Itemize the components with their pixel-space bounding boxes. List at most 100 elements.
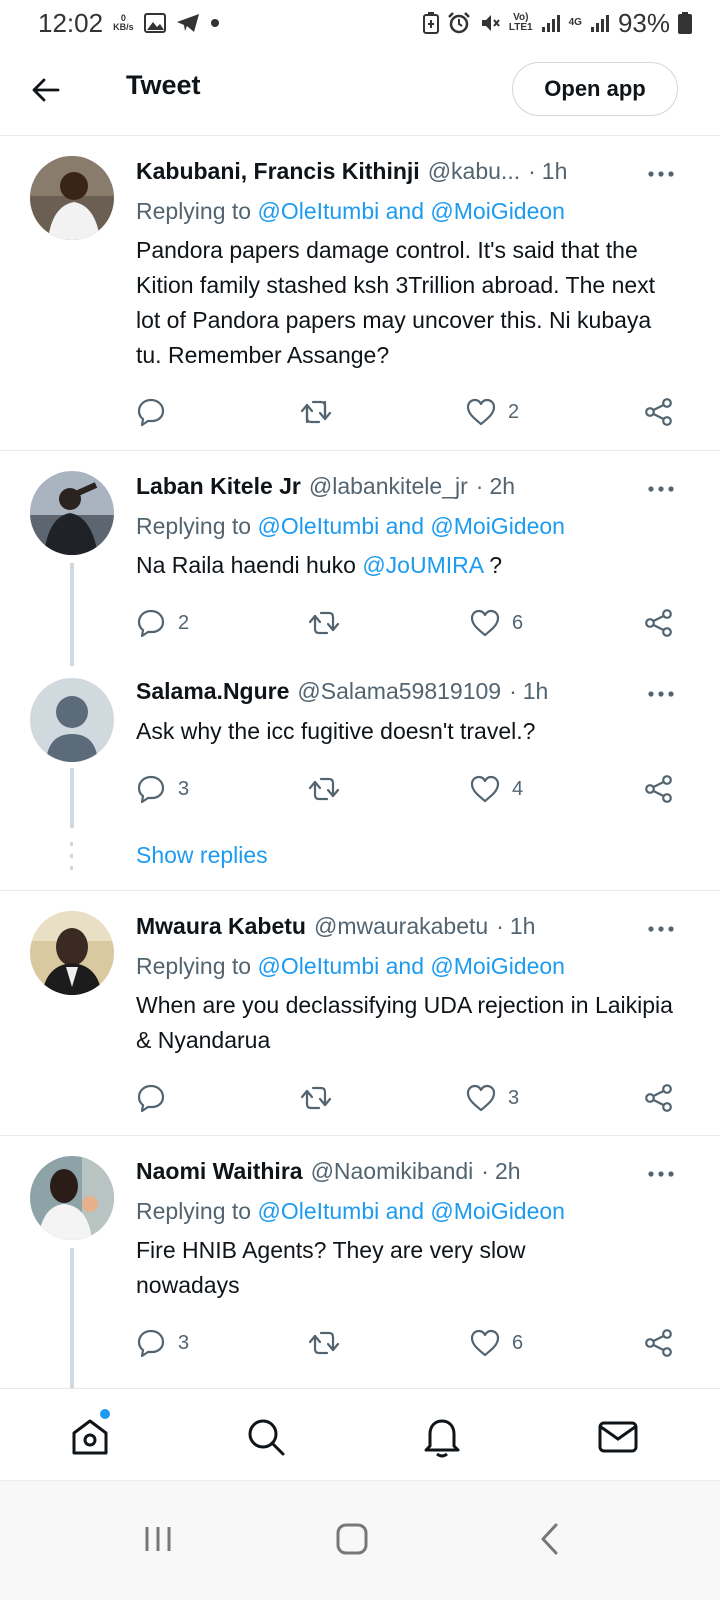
battery-saver-icon — [422, 12, 439, 34]
heart-icon — [470, 775, 500, 803]
reply-count: 2 — [178, 611, 190, 634]
like-button[interactable]: 6 — [470, 1323, 523, 1363]
reply-tweet[interactable]: Naomi Waithira @Naomikibandi · 2h Replyi… — [0, 1136, 720, 1388]
share-button[interactable] — [644, 392, 674, 432]
share-button[interactable] — [644, 603, 674, 643]
author-name[interactable]: Kabubani, Francis Kithinji — [136, 158, 420, 185]
retweet-button[interactable] — [300, 1078, 344, 1118]
author-handle[interactable]: @Naomikibandi — [311, 1158, 474, 1185]
open-app-button[interactable]: Open app — [512, 62, 678, 116]
like-count: 6 — [512, 1331, 524, 1354]
home-system-button[interactable] — [322, 1509, 382, 1569]
like-button[interactable]: 4 — [470, 769, 523, 809]
reply-button[interactable] — [136, 1078, 178, 1118]
share-button[interactable] — [644, 1078, 674, 1118]
mute-icon — [479, 12, 501, 34]
share-button[interactable] — [644, 1323, 674, 1363]
author-name[interactable]: Salama.Ngure — [136, 678, 289, 705]
nav-messages[interactable] — [594, 1413, 642, 1461]
more-options-button[interactable] — [640, 913, 682, 945]
more-options-button[interactable] — [640, 473, 682, 505]
system-nav-bar — [0, 1480, 720, 1600]
retweet-button[interactable] — [300, 392, 344, 432]
show-replies-link[interactable]: Show replies — [136, 842, 268, 869]
battery-percent: 93% — [617, 7, 670, 38]
replying-to: Replying to @OleItumbi and @MoiGideon — [136, 953, 565, 980]
more-options-button[interactable] — [640, 678, 682, 710]
avatar[interactable] — [30, 156, 114, 240]
replying-prefix: Replying to — [136, 513, 258, 539]
nav-home[interactable] — [66, 1413, 114, 1461]
tweet-time[interactable]: 2h — [489, 473, 515, 500]
author-name[interactable]: Naomi Waithira — [136, 1158, 303, 1185]
reply-button[interactable]: 3 — [136, 769, 189, 809]
tweet-header: Kabubani, Francis Kithinji @kabu... · 1h — [136, 158, 640, 190]
heart-icon — [470, 1329, 500, 1357]
avatar[interactable] — [30, 678, 114, 762]
chevron-left-icon — [541, 1523, 558, 1555]
retweet-button[interactable] — [308, 1323, 352, 1363]
tweet-time[interactable]: 1h — [510, 913, 536, 940]
replying-to: Replying to @OleItumbi and @MoiGideon — [136, 198, 565, 225]
like-button[interactable]: 6 — [470, 603, 523, 643]
more-icon — [648, 486, 674, 492]
replying-to: Replying to @OleItumbi and @MoiGideon — [136, 513, 565, 540]
heart-icon — [466, 398, 496, 426]
replying-mentions[interactable]: @OleItumbi and @MoiGideon — [257, 1198, 565, 1224]
avatar[interactable] — [30, 471, 114, 555]
retweet-button[interactable] — [308, 769, 352, 809]
replying-prefix: Replying to — [136, 1198, 258, 1224]
mention-link[interactable]: @JoUMIRA — [362, 552, 482, 578]
tweet-time[interactable]: 1h — [523, 678, 549, 705]
replying-mentions[interactable]: @OleItumbi and @MoiGideon — [257, 198, 565, 224]
like-count: 6 — [512, 611, 524, 634]
reply-button[interactable]: 3 — [136, 1323, 189, 1363]
tweet-actions: 3 6 — [136, 1323, 686, 1363]
author-handle[interactable]: @Salama59819109 — [297, 678, 501, 705]
reply-button[interactable]: 2 — [136, 603, 189, 643]
more-options-button[interactable] — [640, 1158, 682, 1190]
app-bar: Tweet Open app — [0, 46, 720, 136]
reply-count: 3 — [178, 1331, 190, 1354]
tweet-text-part: ? — [482, 552, 502, 578]
image-icon — [143, 13, 166, 33]
share-icon — [645, 609, 672, 637]
reply-tweet[interactable]: Laban Kitele Jr @labankitele_jr · 2h Rep… — [0, 451, 720, 666]
net-gen-label: 4G — [568, 17, 582, 28]
replying-mentions[interactable]: @OleItumbi and @MoiGideon — [257, 513, 565, 539]
like-button[interactable]: 2 — [466, 392, 519, 432]
back-system-button[interactable] — [520, 1509, 580, 1569]
replying-mentions[interactable]: @OleItumbi and @MoiGideon — [257, 953, 565, 979]
like-button[interactable]: 3 — [466, 1078, 519, 1118]
reply-tweet[interactable]: Mwaura Kabetu @mwaurakabetu · 1h Replyin… — [0, 891, 720, 1136]
like-count: 2 — [508, 400, 520, 423]
author-name[interactable]: Mwaura Kabetu — [136, 913, 306, 940]
author-handle[interactable]: @labankitele_jr — [309, 473, 468, 500]
share-button[interactable] — [644, 769, 674, 809]
tweet-time[interactable]: 2h — [495, 1158, 521, 1185]
retweet-icon — [308, 611, 340, 635]
more-icon — [648, 1171, 674, 1177]
tweet-header: Salama.Ngure @Salama59819109 · 1h — [136, 678, 640, 710]
tweet-time[interactable]: 1h — [542, 158, 568, 185]
tweet-actions: 3 — [136, 1078, 686, 1118]
back-button[interactable] — [30, 74, 62, 106]
thread-continuation-dots — [70, 842, 74, 878]
more-options-button[interactable] — [640, 158, 682, 190]
avatar[interactable] — [30, 911, 114, 995]
author-name[interactable]: Laban Kitele Jr — [136, 473, 301, 500]
author-handle[interactable]: @kabu... — [428, 158, 520, 185]
nav-notifications[interactable] — [418, 1413, 466, 1461]
reply-button[interactable] — [136, 392, 178, 432]
recents-button[interactable] — [128, 1509, 188, 1569]
reply-tweet[interactable]: Kabubani, Francis Kithinji @kabu... · 1h… — [0, 136, 720, 451]
nav-search[interactable] — [242, 1413, 290, 1461]
reply-tweet[interactable]: Salama.Ngure @Salama59819109 · 1h Ask wh… — [0, 656, 720, 891]
bottom-nav — [0, 1388, 720, 1480]
status-bar: 12:02 0 KB/s Vo) LTE1 4G 93% — [0, 0, 720, 46]
avatar[interactable] — [30, 1156, 114, 1240]
reply-icon — [137, 398, 165, 427]
separator-dot: · — [496, 913, 504, 939]
retweet-button[interactable] — [308, 603, 352, 643]
author-handle[interactable]: @mwaurakabetu — [314, 913, 488, 940]
